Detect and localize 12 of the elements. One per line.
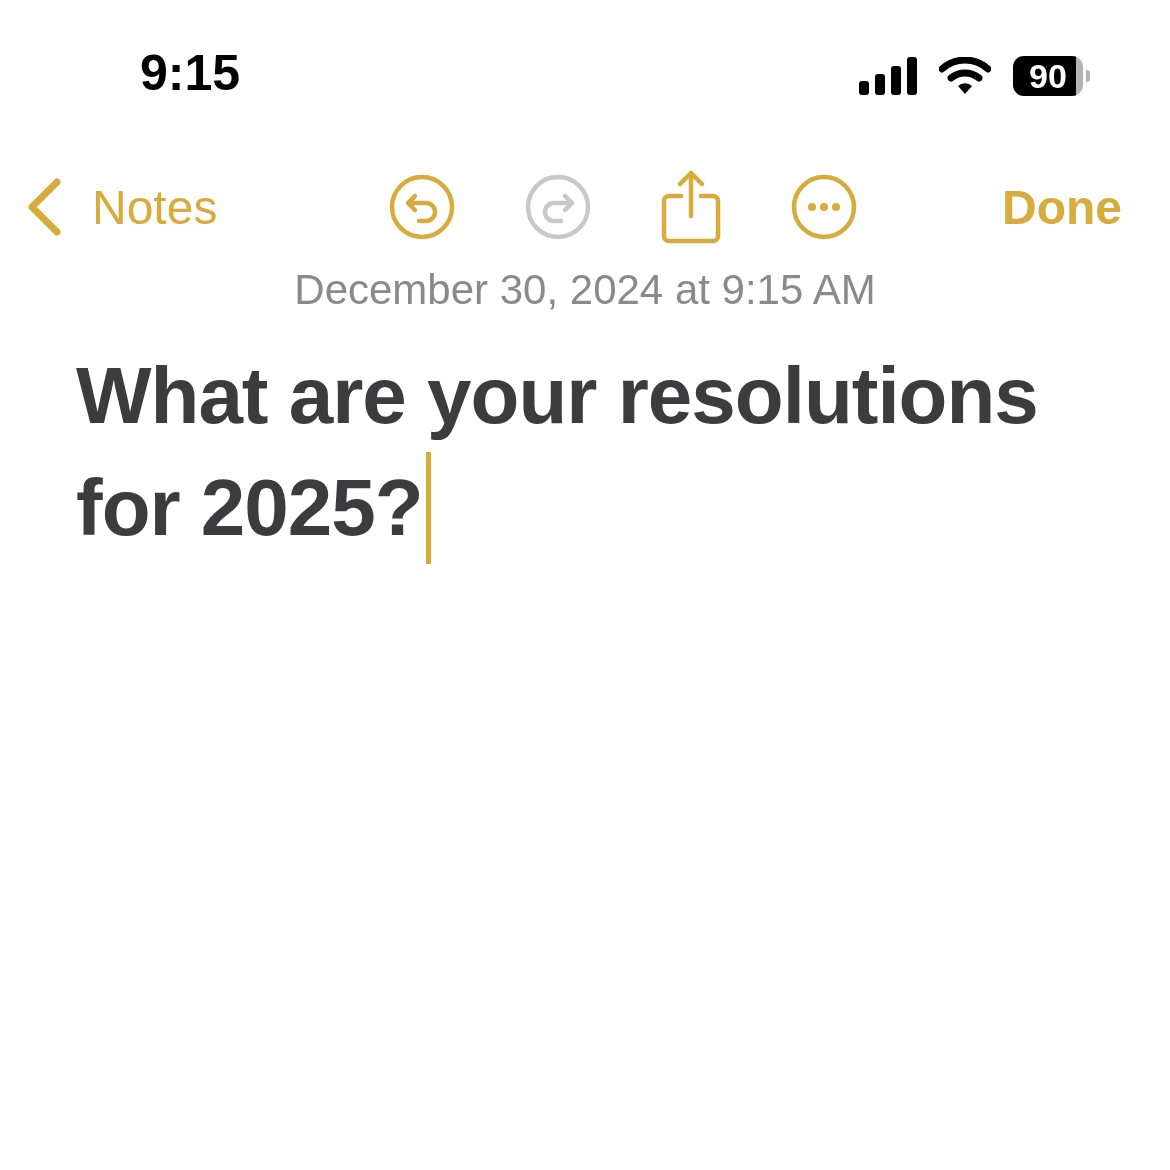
undo-button[interactable] [389, 174, 456, 240]
more-button[interactable] [791, 174, 858, 240]
status-time: 9:15 [140, 48, 241, 100]
share-button[interactable] [661, 170, 722, 244]
chevron-left-icon [26, 177, 62, 237]
done-button[interactable]: Done [1002, 179, 1122, 235]
signal-icon [859, 57, 917, 95]
note-date: December 30, 2024 at 9:15 AM [293, 266, 877, 314]
back-button[interactable]: Notes [26, 177, 218, 237]
wifi-icon [939, 57, 991, 95]
battery-percentage: 90 [1028, 56, 1068, 96]
note-text-field[interactable]: What are your resolutions for 2025? [76, 340, 1110, 564]
